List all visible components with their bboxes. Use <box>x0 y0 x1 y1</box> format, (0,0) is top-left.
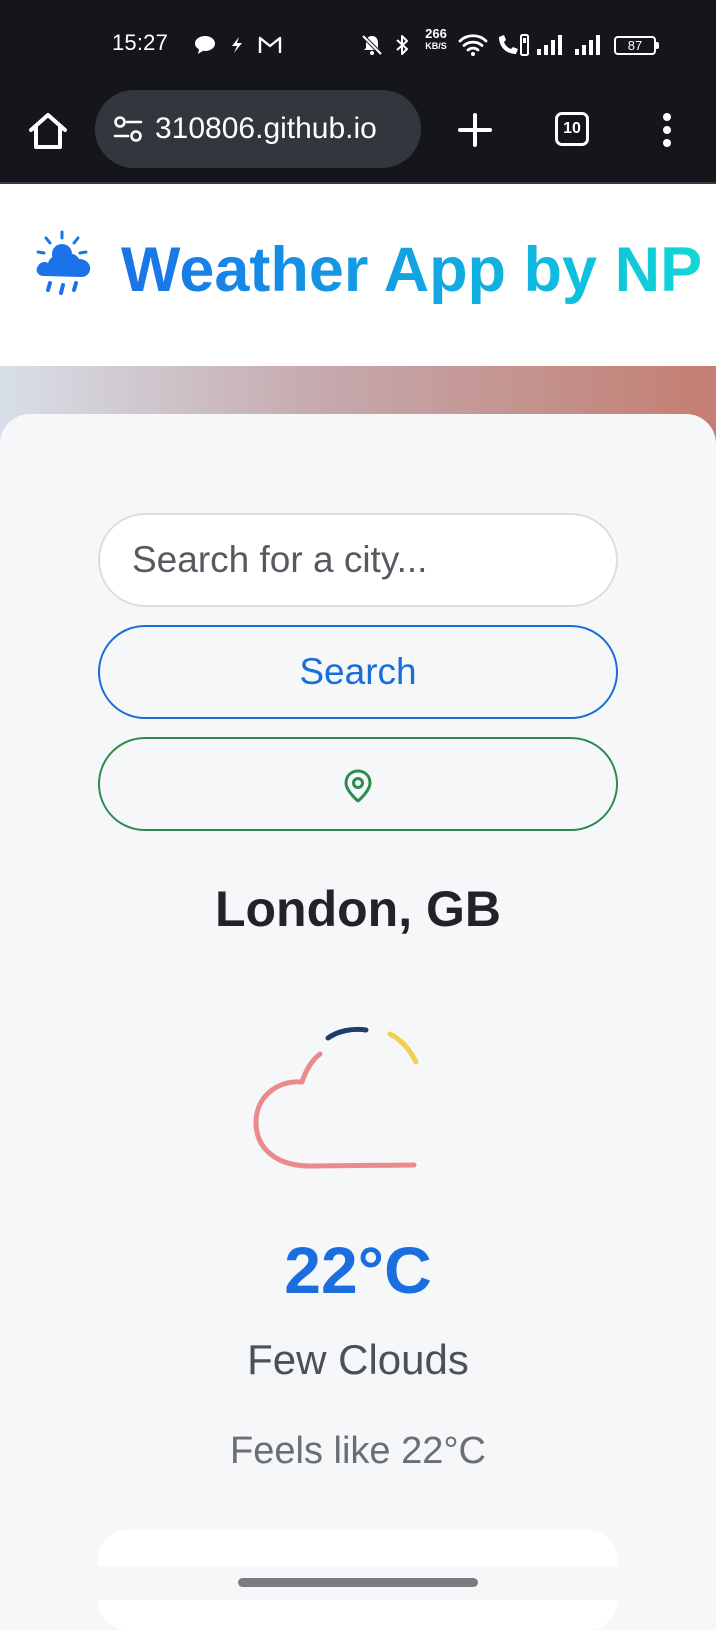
status-bar: 15:27 266 KB/S 87 <box>0 0 716 88</box>
signal-icon <box>575 35 600 55</box>
chat-icon <box>195 36 215 54</box>
wifi-icon <box>458 34 488 56</box>
current-location-button[interactable] <box>98 737 618 831</box>
mute-icon <box>361 34 383 56</box>
home-icon[interactable] <box>27 110 69 152</box>
temperature: 22°C <box>284 1233 432 1307</box>
url-text[interactable]: 310806.github.io <box>155 112 377 146</box>
net-speed-value: 266 <box>425 26 447 41</box>
city-name: London, GB <box>214 881 502 937</box>
location-pin-icon <box>344 769 372 803</box>
app-header: Weather App by NP <box>0 184 716 366</box>
net-speed-unit: KB/S <box>425 41 447 51</box>
status-time: 15:27 <box>112 30 169 55</box>
address-bar[interactable]: 310806.github.io <box>95 90 421 168</box>
weather-condition: Few Clouds <box>247 1336 469 1383</box>
more-vert-icon[interactable] <box>652 110 682 150</box>
bluetooth-icon <box>396 35 408 55</box>
search-button[interactable]: Search <box>98 625 618 719</box>
tab-count: 10 <box>563 120 581 137</box>
battery-indicator: 87 <box>614 36 659 55</box>
rain-cloud-sun-icon <box>36 230 91 295</box>
battery-level: 87 <box>627 38 643 53</box>
feels-like: Feels like 22°C <box>230 1430 486 1472</box>
browser-toolbar: 310806.github.io 10 <box>0 88 716 184</box>
tune-icon[interactable] <box>112 115 144 143</box>
signal-icon <box>537 35 562 55</box>
city-search-input[interactable] <box>98 513 618 607</box>
app-title: Weather App by NP <box>121 235 703 305</box>
home-gesture-bar[interactable] <box>238 1578 478 1587</box>
net-speed: 266 KB/S <box>420 26 452 52</box>
tab-switcher-button[interactable]: 10 <box>555 112 589 146</box>
flash-icon <box>232 37 242 53</box>
gmail-icon <box>258 36 282 53</box>
volte-call-icon <box>499 34 529 56</box>
plus-icon[interactable] <box>455 110 495 150</box>
few-clouds-icon <box>253 1026 419 1169</box>
